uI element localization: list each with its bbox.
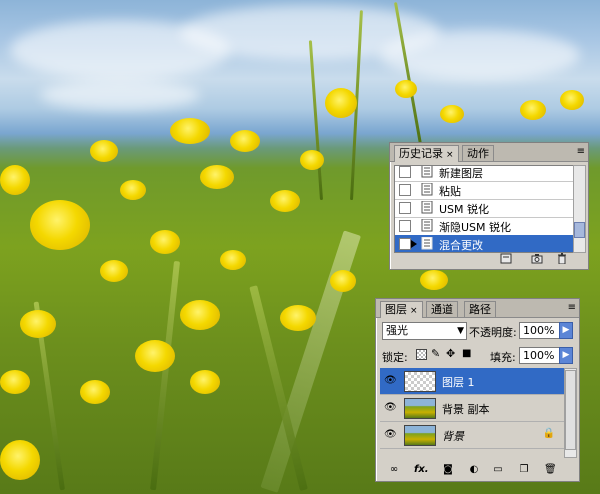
opacity-input[interactable]: 100% xyxy=(519,322,560,339)
history-state-icon xyxy=(421,237,433,250)
layer-thumbnail xyxy=(404,371,436,392)
lock-transparency-icon[interactable] xyxy=(416,349,427,360)
history-tab-bar: 历史记录 × 动作 ≡ xyxy=(390,143,588,162)
lock-brush-icon[interactable]: ✎ xyxy=(431,347,440,360)
layer-row-background[interactable]: 👁 背景 🔒 xyxy=(380,422,565,449)
history-bottom-bar xyxy=(390,251,588,267)
fill-value: 100% xyxy=(523,349,555,362)
folder-icon[interactable]: ▭ xyxy=(492,464,504,475)
camera-icon[interactable] xyxy=(531,253,543,264)
tab-actions[interactable]: 动作 xyxy=(462,145,494,161)
lock-icon: 🔒 xyxy=(542,428,555,439)
trash-icon[interactable] xyxy=(556,253,568,264)
close-icon[interactable]: × xyxy=(446,150,454,160)
layers-bottom-bar: ∞ fx. ◙ ◐ ▭ ❐ 🗑 xyxy=(376,462,579,478)
layer-row-layer-1[interactable]: 👁 图层 1 xyxy=(380,368,565,395)
lock-all-icon[interactable]: ■ xyxy=(462,348,471,359)
history-item-paste[interactable]: 粘贴 xyxy=(395,181,573,200)
layer-name: 图层 1 xyxy=(442,376,475,389)
layer-thumbnail xyxy=(404,425,436,446)
history-item-label: 新建图层 xyxy=(439,167,483,180)
new-layer-icon[interactable]: ❐ xyxy=(518,464,530,475)
layer-name: 背景 xyxy=(442,430,464,443)
history-scrollbar[interactable] xyxy=(573,165,586,253)
layer-row-background-copy[interactable]: 👁 背景 副本 xyxy=(380,395,565,422)
tab-paths[interactable]: 路径 xyxy=(464,301,496,317)
link-icon[interactable]: ∞ xyxy=(388,464,400,475)
trash-icon[interactable]: 🗑 xyxy=(544,464,557,475)
scroll-thumb[interactable] xyxy=(565,370,576,450)
history-item-fade-usm[interactable]: 渐隐USM 锐化 xyxy=(395,217,573,236)
fill-label: 填充: xyxy=(490,351,516,364)
tab-channels[interactable]: 通道 xyxy=(426,301,458,317)
history-list: 新建图层 粘贴 USM 锐化 渐隐USM 锐化 混合更改 xyxy=(394,165,574,253)
fx-icon[interactable]: fx. xyxy=(414,464,429,475)
history-state-marker-icon xyxy=(411,240,417,248)
tab-history-label: 历史记录 xyxy=(399,147,443,160)
mask-icon[interactable]: ◙ xyxy=(442,464,454,475)
opacity-slider-button[interactable]: ▶ xyxy=(559,322,573,339)
tab-channels-label: 通道 xyxy=(431,303,453,316)
fill-input[interactable]: 100% xyxy=(519,347,560,364)
layer-thumbnail xyxy=(404,398,436,419)
history-state-icon xyxy=(421,183,433,196)
opacity-value: 100% xyxy=(523,324,555,337)
new-document-icon[interactable] xyxy=(500,253,512,264)
history-item-label: 渐隐USM 锐化 xyxy=(439,221,512,234)
layers-panel: 图层 × 通道 路径 ≡ 强光 ▼ 不透明度: 100% ▶ 锁定: ✎ ✥ ■ … xyxy=(375,298,580,482)
snapshot-checkbox[interactable] xyxy=(399,220,411,232)
tab-layers[interactable]: 图层 × xyxy=(380,301,423,318)
scroll-thumb[interactable] xyxy=(574,222,585,238)
tab-actions-label: 动作 xyxy=(467,147,489,160)
history-item-new-layer[interactable]: 新建图层 xyxy=(395,166,573,182)
tab-history[interactable]: 历史记录 × xyxy=(394,145,459,162)
tab-layers-label: 图层 xyxy=(385,303,407,316)
close-icon[interactable]: × xyxy=(410,306,418,316)
layers-scrollbar[interactable] xyxy=(564,368,577,458)
snapshot-checkbox[interactable] xyxy=(399,184,411,196)
snapshot-checkbox[interactable] xyxy=(399,166,411,178)
panel-menu-icon[interactable]: ≡ xyxy=(568,302,576,313)
tab-paths-label: 路径 xyxy=(469,303,491,316)
eye-icon[interactable]: 👁 xyxy=(384,402,397,413)
history-panel: 历史记录 × 动作 ≡ 新建图层 粘贴 USM 锐化 渐隐USM 锐化 混合更改 xyxy=(389,142,589,270)
history-item-label: 粘贴 xyxy=(439,185,461,198)
eye-icon[interactable]: 👁 xyxy=(384,375,397,386)
blend-mode-value: 强光 xyxy=(386,324,408,337)
snapshot-checkbox[interactable] xyxy=(399,238,411,250)
opacity-label: 不透明度: xyxy=(469,326,517,339)
eye-icon[interactable]: 👁 xyxy=(384,429,397,440)
layer-name: 背景 副本 xyxy=(442,403,490,416)
fill-slider-button[interactable]: ▶ xyxy=(559,347,573,364)
snapshot-checkbox[interactable] xyxy=(399,202,411,214)
adjustment-icon[interactable]: ◐ xyxy=(468,464,480,475)
history-state-icon xyxy=(421,166,433,178)
history-item-usm-sharpen[interactable]: USM 锐化 xyxy=(395,199,573,218)
lock-label: 锁定: xyxy=(382,351,408,364)
blend-mode-select[interactable]: 强光 ▼ xyxy=(382,322,467,340)
lock-move-icon[interactable]: ✥ xyxy=(446,347,455,360)
chevron-down-icon: ▼ xyxy=(457,326,464,336)
layers-tab-bar: 图层 × 通道 路径 ≡ xyxy=(376,299,579,318)
panel-menu-icon[interactable]: ≡ xyxy=(577,146,585,157)
history-state-icon xyxy=(421,219,433,232)
history-state-icon xyxy=(421,201,433,214)
history-item-label: USM 锐化 xyxy=(439,203,490,216)
